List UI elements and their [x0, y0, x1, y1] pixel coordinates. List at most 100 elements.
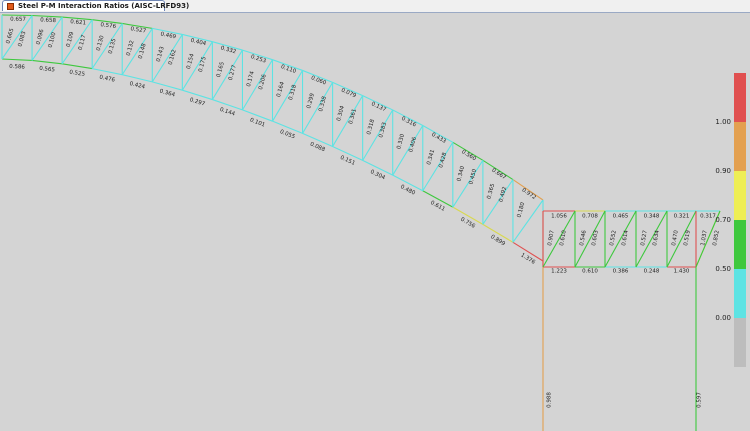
diagonal-ratio: 0.341 [426, 149, 436, 166]
frame-web-ratio: 0.552 [609, 230, 618, 247]
diagonal-ratio: 0.338 [318, 95, 328, 112]
bottom-chord-ratio: 0.144 [219, 107, 236, 118]
frame-web-ratio: 0.907 [547, 229, 556, 246]
bottom-chord-ratio: 0.476 [99, 75, 116, 84]
bottom-chord-ratio: 0.364 [159, 89, 176, 99]
frame-top-ratio: 0.317 [700, 214, 716, 220]
bottom-chord-member[interactable] [62, 63, 93, 70]
frame-bottom-ratio: 1.223 [551, 269, 567, 275]
diagonal-ratio: 0.450 [468, 168, 478, 185]
legend-color-band [734, 122, 746, 171]
legend-color-band [734, 73, 746, 122]
legend-color-band [734, 318, 746, 367]
bottom-chord-ratio: 0.101 [249, 117, 266, 128]
frame-web-ratio: 0.546 [579, 229, 588, 246]
bottom-chord-ratio: 0.899 [489, 234, 506, 247]
diagonal-ratio: 0.117 [78, 34, 88, 51]
top-chord-ratio: 0.560 [460, 149, 477, 162]
diagonal-ratio: 0.361 [348, 108, 358, 125]
ratio-legend: 1.00 0.90 0.70 0.50 0.00 [715, 73, 746, 367]
bottom-chord-ratio: 0.088 [309, 141, 326, 153]
diagonal-ratio: 0.206 [258, 73, 268, 90]
frame-bottom-ratio: 0.386 [613, 269, 629, 275]
top-chord-ratio: 0.332 [220, 45, 237, 55]
top-chord-ratio: 0.667 [490, 168, 507, 182]
frame-top-ratio: 0.708 [582, 214, 598, 220]
bottom-chord-member[interactable] [122, 74, 153, 83]
tab-title: Steel P-M Interaction Ratios (AISC-LRFD9… [18, 2, 190, 10]
diagonal-ratio: 0.132 [126, 40, 136, 57]
diagonal-ratio: 0.130 [96, 34, 106, 51]
frame-top-ratio: 0.321 [674, 214, 690, 220]
diagonal-ratio: 0.165 [216, 61, 226, 78]
frame-web-ratio: 0.610 [559, 229, 568, 246]
frame-web-ratio: 0.634 [652, 229, 661, 246]
top-chord-ratio: 0.110 [280, 64, 297, 75]
diagonal-ratio: 0.162 [168, 49, 178, 66]
frame-web-ratio: 0.614 [621, 229, 630, 246]
top-chord-ratio: 0.316 [400, 116, 417, 129]
column-right-ratio: 0.597 [697, 392, 703, 408]
legend-color-band [734, 269, 746, 318]
diagonal-ratio: 0.175 [198, 56, 208, 73]
diagonal-ratio: 0.164 [276, 81, 286, 98]
diagonal-ratio: 0.428 [438, 151, 448, 168]
frame-web-ratio: 0.603 [591, 229, 600, 246]
bottom-chord-ratio: 0.297 [189, 97, 206, 108]
diagonal-ratio: 0.154 [186, 53, 196, 70]
diagonal-ratio: 0.148 [138, 42, 148, 59]
bottom-chord-ratio: 0.525 [69, 70, 86, 78]
top-chord-ratio: 0.079 [340, 88, 357, 100]
bottom-chord-ratio: 0.565 [39, 66, 56, 74]
legend-label: 1.00 [715, 118, 731, 126]
diagonal-ratio: 0.174 [246, 70, 256, 87]
roof-truss: 0.657 0.658 0.621 0.5760.5270.4690.4040.332… [1, 14, 544, 266]
diagonal-ratio: 0.180 [516, 201, 526, 218]
truss-diagonal[interactable] [512, 199, 544, 243]
bottom-chord-member[interactable] [92, 68, 123, 76]
top-chord-ratio: 0.972 [520, 187, 536, 201]
top-chord-ratio: 0.060 [310, 75, 327, 87]
column-left-ratio: 0.988 [547, 392, 553, 408]
bottom-chord-member[interactable] [1, 58, 33, 62]
top-chord-ratio: 0.137 [370, 101, 387, 113]
diagonal-ratio: 0.304 [336, 105, 346, 122]
diagonal-ratio: 0.318 [288, 84, 298, 101]
tab-steel-pm-interaction[interactable]: Steel P-M Interaction Ratios (AISC-LRFD9… [2, 0, 189, 11]
diagonal-ratio: 0.083 [18, 30, 28, 47]
bottom-chord-ratio: 0.424 [129, 81, 146, 91]
legend-label: 0.70 [715, 216, 731, 224]
top-chord-ratio: 0.527 [130, 26, 147, 35]
diagonal-ratio: 0.318 [366, 118, 376, 135]
bottom-chord-member[interactable] [31, 59, 63, 65]
frame-web-ratio: 0.519 [683, 229, 692, 246]
top-chord-ratio: 0.576 [100, 22, 117, 30]
diagonal-ratio: 0.340 [456, 165, 466, 182]
frame-top-ratio: 0.465 [613, 214, 629, 220]
diagonal-ratio: 0.143 [156, 45, 166, 62]
diagonal-ratio: 0.277 [228, 64, 238, 81]
bottom-chord-member[interactable] [182, 89, 213, 101]
legend-label: 0.50 [715, 265, 731, 273]
legend-color-band [734, 220, 746, 269]
bottom-chord-member[interactable] [152, 81, 183, 91]
diagonal-ratio: 0.383 [378, 121, 388, 138]
diagonal-ratio: 0.365 [486, 183, 496, 200]
top-chord-ratio: 0.657 [10, 17, 26, 23]
frame-bottom-ratio: 1.430 [674, 269, 690, 275]
frame-top-ratio: 0.348 [644, 214, 660, 220]
structure-model-icon [7, 3, 14, 10]
top-chord-ratio: 0.253 [250, 54, 267, 65]
diagonal-ratio: 0.330 [396, 133, 406, 150]
frame-bottom-ratio: 0.610 [582, 269, 598, 275]
diagonal-ratio: 0.406 [408, 136, 418, 153]
frame-top-ratio: 1.056 [551, 214, 567, 220]
frame-web-ratio: 0.852 [712, 230, 721, 247]
legend-label: 0.00 [715, 314, 731, 322]
frame-web-ratio: 0.527 [640, 229, 649, 246]
bottom-chord-ratio: 0.586 [9, 64, 26, 71]
top-chord-ratio: 0.621 [70, 19, 86, 26]
model-view[interactable]: 0.988 0.597 0.657 0.658 0.621 0.576 0.527 0.46… [0, 12, 750, 431]
diagonal-ratio: 0.100 [48, 31, 58, 48]
diagonal-ratio: 0.299 [306, 92, 316, 109]
